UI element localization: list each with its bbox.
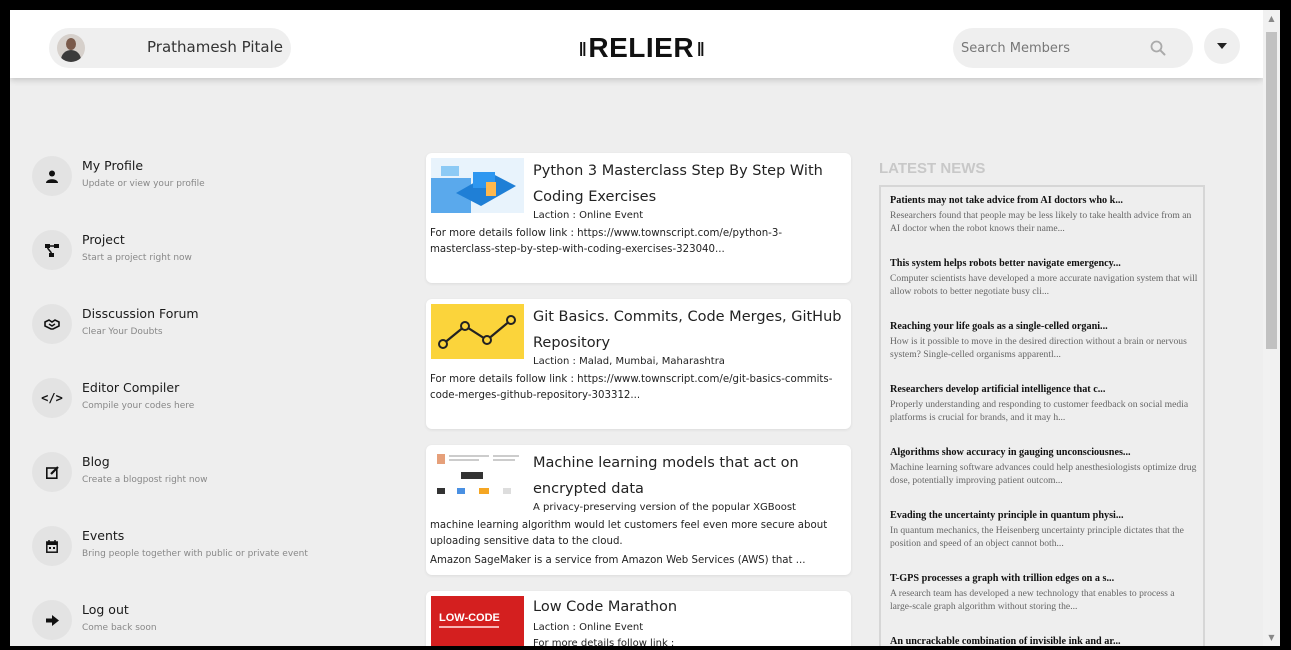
event-thumbnail (431, 304, 524, 359)
app-viewport: Prathamesh Pitale || RELIER || My Profil… (10, 10, 1280, 646)
news-description: Computer scientists have developed a mor… (890, 273, 1198, 297)
sidebar-item-events[interactable]: Events Bring people together with public… (32, 520, 362, 570)
news-title[interactable]: An uncrackable combination of invisible … (890, 636, 1198, 646)
event-thumbnail (431, 158, 524, 213)
event-location: Laction : Malad, Mumbai, Maharashtra (533, 356, 725, 367)
news-description: In quantum mechanics, the Heisenberg unc… (890, 525, 1184, 549)
caret-down-icon (1217, 43, 1227, 49)
event-location: Laction : Online Event (533, 210, 644, 221)
news-item[interactable]: Evading the uncertainty principle in qua… (890, 510, 1198, 550)
news-feed[interactable]: Patients may not take advice from AI doc… (879, 185, 1205, 646)
user-profile-pill[interactable]: Prathamesh Pitale (49, 28, 291, 68)
news-title[interactable]: Reaching your life goals as a single-cel… (890, 321, 1198, 332)
news-item[interactable]: Researchers develop artificial intellige… (890, 384, 1198, 424)
scroll-up-arrow-icon[interactable]: ▲ (1263, 10, 1280, 27)
event-thumbnail: LOW-CODE (431, 596, 524, 646)
thumb-label: LOW-CODE (439, 612, 500, 624)
sidebar-item-title: Blog (82, 454, 110, 469)
event-location: Laction : Online Event (533, 622, 644, 633)
project-diagram-icon (32, 230, 72, 270)
sidebar-item-project[interactable]: Project Start a project right now (32, 224, 362, 274)
search-input[interactable] (961, 34, 1141, 62)
sidebar-item-my-profile[interactable]: My Profile Update or view your profile (32, 150, 362, 200)
news-title[interactable]: Evading the uncertainty principle in qua… (890, 510, 1198, 521)
sidebar-item-title: Project (82, 232, 125, 247)
event-details: For more details follow link : (533, 638, 675, 646)
handshake-icon (32, 304, 72, 344)
news-title[interactable]: Researchers develop artificial intellige… (890, 384, 1198, 395)
user-name[interactable]: Prathamesh Pitale (147, 38, 283, 56)
event-details-extra: Amazon SageMaker is a service from Amazo… (430, 555, 806, 566)
account-dropdown-button[interactable] (1204, 28, 1240, 64)
sidebar-item-subtitle: Create a blogpost right now (82, 475, 208, 485)
event-card[interactable]: Machine learning models that act on encr… (426, 445, 851, 575)
sidebar-item-subtitle: Update or view your profile (82, 179, 205, 189)
news-title[interactable]: This system helps robots better navigate… (890, 258, 1198, 269)
news-description: Researchers found that people may be les… (890, 210, 1192, 234)
logo-right-bars: || (697, 39, 704, 57)
event-details: machine learning algorithm would let cus… (430, 520, 828, 547)
event-card[interactable]: Git Basics. Commits, Code Merges, GitHub… (426, 299, 851, 429)
news-title[interactable]: T-GPS processes a graph with trillion ed… (890, 573, 1198, 584)
event-card[interactable]: Python 3 Masterclass Step By Step With C… (426, 153, 851, 283)
scroll-down-arrow-icon[interactable]: ▼ (1263, 629, 1280, 646)
news-item[interactable]: Reaching your life goals as a single-cel… (890, 321, 1198, 361)
latest-news-heading: LATEST NEWS (879, 160, 986, 177)
event-location: A privacy-preserving version of the popu… (533, 502, 796, 513)
edit-icon (32, 452, 72, 492)
event-details: For more details follow link : https://w… (430, 374, 833, 401)
news-description: Machine learning software advances could… (890, 462, 1197, 486)
news-title[interactable]: Algorithms show accuracy in gauging unco… (890, 447, 1198, 458)
user-icon (32, 156, 72, 196)
member-search (953, 28, 1193, 68)
news-item[interactable]: Patients may not take advice from AI doc… (890, 195, 1198, 235)
event-title[interactable]: Low Code Marathon (533, 594, 843, 620)
sidebar-item-title: My Profile (82, 158, 144, 173)
sidebar-item-blog[interactable]: Blog Create a blogpost right now (32, 446, 362, 496)
sidebar-item-subtitle: Clear Your Doubts (82, 327, 163, 337)
event-details: For more details follow link : https://w… (430, 228, 782, 255)
sidebar-item-log-out[interactable]: Log out Come back soon (32, 594, 362, 644)
news-item[interactable]: An uncrackable combination of invisible … (890, 636, 1198, 646)
search-icon[interactable] (1150, 40, 1166, 56)
news-item[interactable]: Algorithms show accuracy in gauging unco… (890, 447, 1198, 487)
page-scrollbar[interactable]: ▲ ▼ (1263, 10, 1280, 646)
top-header: Prathamesh Pitale || RELIER || (10, 10, 1263, 78)
news-item[interactable]: This system helps robots better navigate… (890, 258, 1198, 298)
sidebar-item-discussion-forum[interactable]: Disscussion Forum Clear Your Doubts (32, 298, 362, 348)
sidebar-item-title: Disscussion Forum (82, 306, 199, 321)
news-title[interactable]: Patients may not take advice from AI doc… (890, 195, 1198, 206)
calendar-icon (32, 526, 72, 566)
news-item[interactable]: T-GPS processes a graph with trillion ed… (890, 573, 1198, 613)
sidebar-item-title: Log out (82, 602, 129, 617)
event-title[interactable]: Git Basics. Commits, Code Merges, GitHub… (533, 304, 843, 356)
sidebar-item-title: Editor Compiler (82, 380, 180, 395)
scrollbar-thumb[interactable] (1266, 32, 1277, 349)
event-card[interactable]: LOW-CODE Low Code Marathon Laction : Onl… (426, 591, 851, 646)
sidebar-item-title: Events (82, 528, 125, 543)
news-description: Properly understanding and responding to… (890, 399, 1189, 423)
avatar[interactable] (57, 34, 85, 62)
sidebar-item-subtitle: Start a project right now (82, 253, 192, 263)
code-icon: </> (32, 378, 72, 418)
sidebar-item-subtitle: Compile your codes here (82, 401, 195, 411)
logo-left-bars: || (579, 39, 586, 57)
news-description: A research team has developed a new tech… (890, 588, 1175, 612)
event-title[interactable]: Python 3 Masterclass Step By Step With C… (533, 158, 843, 210)
event-thumbnail (431, 450, 524, 505)
sidebar-item-subtitle: Bring people together with public or pri… (82, 549, 308, 559)
sidebar-item-editor-compiler[interactable]: </> Editor Compiler Compile your codes h… (32, 372, 362, 422)
site-logo[interactable]: || RELIER || (576, 32, 707, 64)
news-description: How is it possible to move in the desire… (890, 336, 1187, 360)
sidebar-item-subtitle: Come back soon (82, 623, 157, 633)
event-title[interactable]: Machine learning models that act on encr… (533, 450, 843, 502)
sign-out-icon (32, 600, 72, 640)
logo-text: RELIER (588, 32, 695, 63)
